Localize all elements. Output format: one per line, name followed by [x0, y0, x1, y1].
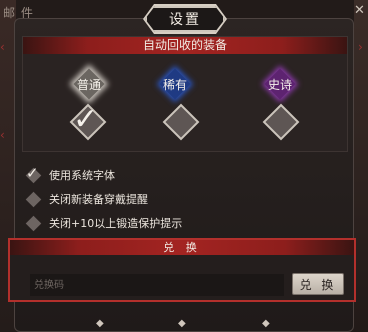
bottom-decoration: ◆ ◆ ◆ — [0, 318, 368, 332]
auto-recycle-heading: 自动回收的装备 — [23, 37, 347, 54]
dialog-title: 设置 — [169, 12, 201, 28]
close-icon[interactable]: ✕ — [354, 3, 365, 18]
recycle-rare-checkbox[interactable] — [162, 103, 200, 141]
rarity-common-badge: 普通 — [73, 68, 105, 100]
diamond-icon: ◆ — [96, 318, 104, 329]
rarity-rare-badge: 稀有 — [159, 68, 191, 100]
option-checkbox[interactable] — [25, 215, 42, 231]
redeem-section: 兑 换 兑 换 — [8, 238, 356, 302]
redeem-button[interactable]: 兑 换 — [292, 273, 344, 295]
title-banner: 设置 — [145, 6, 225, 32]
recycle-epic-checkbox[interactable] — [262, 103, 300, 141]
option-label: 关闭新装备穿戴提醒 — [49, 193, 148, 206]
rarity-epic-label: 史诗 — [267, 78, 292, 92]
option-checkbox[interactable] — [25, 191, 42, 207]
redeem-heading: 兑 换 — [10, 240, 354, 255]
left-arrow-icon: ‹ — [0, 40, 5, 54]
right-arrow-icon: › — [358, 40, 363, 54]
left-arrow-icon: ‹ — [0, 128, 5, 142]
rarity-epic-badge: 史诗 — [264, 68, 296, 100]
redeem-code-input[interactable] — [30, 274, 284, 296]
rarity-rare-label: 稀有 — [162, 78, 187, 92]
option-system-font[interactable]: ✓ 使用系统字体 — [25, 164, 115, 183]
check-icon: ✓ — [73, 102, 99, 137]
option-new-gear-reminder[interactable]: 关闭新装备穿戴提醒 — [25, 191, 148, 207]
diamond-icon: ◆ — [262, 318, 270, 329]
diamond-icon: ◆ — [178, 318, 186, 329]
auto-recycle-section: 自动回收的装备 普通 稀有 史诗 ✓ — [22, 36, 348, 152]
option-forge-protection[interactable]: 关闭+10以上锻造保护提示 — [25, 215, 183, 231]
rarity-common-label: 普通 — [76, 78, 101, 92]
check-icon: ✓ — [26, 164, 39, 182]
option-label: 使用系统字体 — [49, 169, 115, 182]
option-label: 关闭+10以上锻造保护提示 — [49, 217, 183, 230]
